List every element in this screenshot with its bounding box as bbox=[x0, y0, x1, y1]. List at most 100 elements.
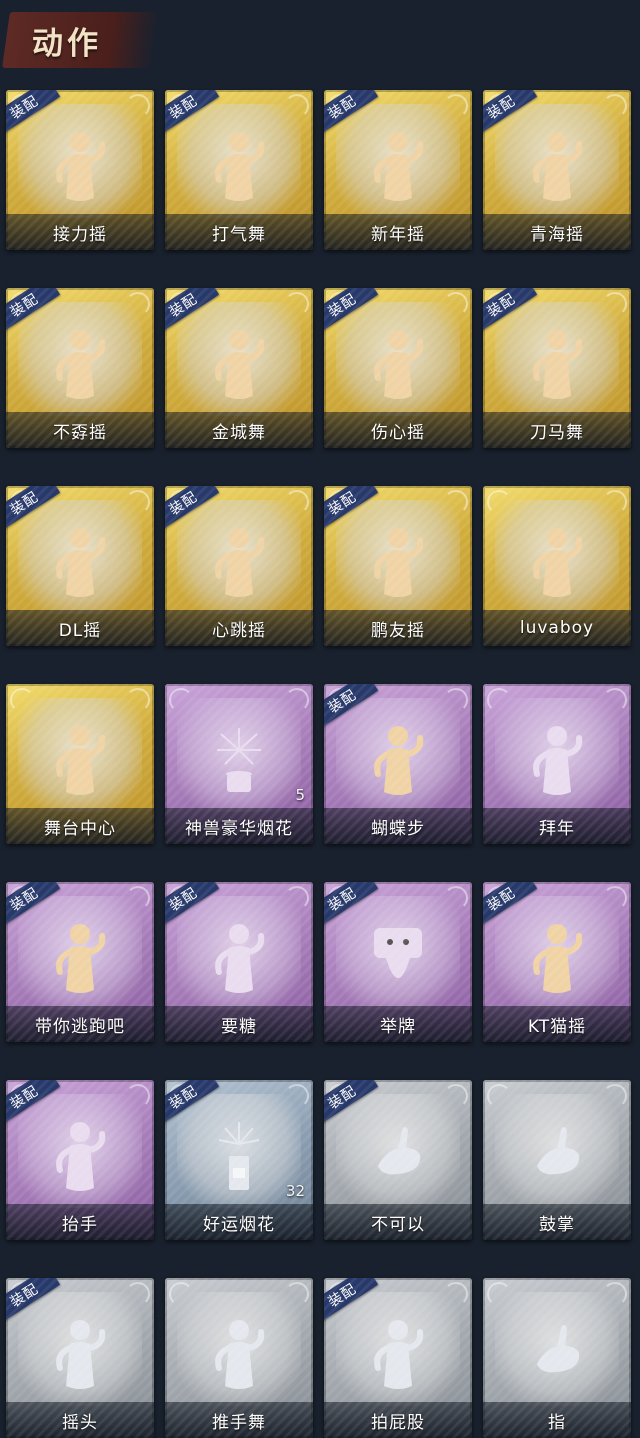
pat-pose-icon bbox=[368, 1314, 428, 1394]
emote-card[interactable]: 鹏友摇 装配 bbox=[324, 486, 472, 646]
corner-ornament bbox=[10, 688, 34, 712]
emote-name: 鹏友摇 bbox=[371, 620, 425, 641]
card-label-bar: 鹏友摇 bbox=[324, 610, 472, 646]
emote-card[interactable]: 抬手 装配 bbox=[6, 1080, 154, 1240]
emote-card[interactable]: 接力摇 装配 bbox=[6, 90, 154, 250]
emote-name: 摇头 bbox=[62, 1412, 98, 1433]
card-label-bar: 拜年 bbox=[483, 808, 631, 844]
point-hand-icon bbox=[527, 1314, 587, 1394]
card-label-bar: 刀马舞 bbox=[483, 412, 631, 448]
item-count: 5 bbox=[295, 786, 305, 804]
card-label-bar: 不可以 bbox=[324, 1204, 472, 1240]
emote-card[interactable]: 新年摇 装配 bbox=[324, 90, 472, 250]
corner-ornament bbox=[603, 688, 627, 712]
emote-card[interactable]: 5 神兽豪华烟花 bbox=[165, 684, 313, 844]
page-title: 动作 bbox=[32, 26, 102, 62]
emote-card[interactable]: 32 好运烟花 装配 bbox=[165, 1080, 313, 1240]
dance-pose-icon bbox=[527, 918, 587, 998]
emote-card[interactable]: 舞台中心 bbox=[6, 684, 154, 844]
emote-name: KT猫摇 bbox=[527, 1016, 587, 1037]
card-label-bar: 举牌 bbox=[324, 1006, 472, 1042]
corner-ornament bbox=[285, 1084, 309, 1108]
emote-card[interactable]: luvaboy bbox=[483, 486, 631, 646]
card-label-bar: 拍屁股 bbox=[324, 1402, 472, 1438]
corner-ornament bbox=[487, 1282, 511, 1306]
emote-card[interactable]: 推手舞 bbox=[165, 1278, 313, 1438]
corner-ornament bbox=[126, 1282, 150, 1306]
corner-ornament bbox=[126, 886, 150, 910]
card-label-bar: 摇头 bbox=[6, 1402, 154, 1438]
emote-name: 新年摇 bbox=[371, 224, 425, 245]
emote-name: 金城舞 bbox=[212, 422, 266, 443]
emote-card[interactable]: 举牌 装配 bbox=[324, 882, 472, 1042]
emote-card[interactable]: 金城舞 装配 bbox=[165, 288, 313, 448]
card-label-bar: 心跳摇 bbox=[165, 610, 313, 646]
corner-ornament bbox=[603, 94, 627, 118]
corner-ornament bbox=[603, 292, 627, 316]
corner-ornament bbox=[444, 94, 468, 118]
emote-card[interactable]: 伤心摇 装配 bbox=[324, 288, 472, 448]
card-label-bar: 抬手 bbox=[6, 1204, 154, 1240]
dance-pose-icon bbox=[50, 522, 110, 602]
emote-card[interactable]: DL摇 装配 bbox=[6, 486, 154, 646]
push-hands-pose-icon bbox=[209, 1314, 269, 1394]
emote-card[interactable]: 拜年 bbox=[483, 684, 631, 844]
emote-card[interactable]: 指 bbox=[483, 1278, 631, 1438]
emote-card[interactable]: 青海摇 装配 bbox=[483, 90, 631, 250]
card-label-bar: 蝴蝶步 bbox=[324, 808, 472, 844]
corner-ornament bbox=[285, 292, 309, 316]
card-label-bar: 不孬摇 bbox=[6, 412, 154, 448]
dance-pose-icon bbox=[209, 126, 269, 206]
card-label-bar: 鼓掌 bbox=[483, 1204, 631, 1240]
corner-ornament bbox=[169, 1282, 193, 1306]
corner-ornament bbox=[285, 886, 309, 910]
card-label-bar: 青海摇 bbox=[483, 214, 631, 250]
header: 动作 bbox=[0, 0, 640, 80]
emote-name: 拜年 bbox=[539, 818, 575, 839]
dance-pose-icon bbox=[50, 918, 110, 998]
emote-name: 推手舞 bbox=[212, 1412, 266, 1433]
dance-pose-icon bbox=[368, 720, 428, 800]
card-label-bar: KT猫摇 bbox=[483, 1006, 631, 1042]
corner-ornament bbox=[487, 1084, 511, 1108]
emote-card[interactable]: KT猫摇 装配 bbox=[483, 882, 631, 1042]
corner-ornament bbox=[603, 886, 627, 910]
dance-pose-icon bbox=[50, 720, 110, 800]
card-label-bar: 好运烟花 bbox=[165, 1204, 313, 1240]
dance-pose-icon bbox=[50, 324, 110, 404]
corner-ornament bbox=[126, 688, 150, 712]
emote-card[interactable]: 蝴蝶步 装配 bbox=[324, 684, 472, 844]
emote-card[interactable]: 拍屁股 装配 bbox=[324, 1278, 472, 1438]
emote-name: 心跳摇 bbox=[212, 620, 266, 641]
firecracker-icon bbox=[209, 1116, 269, 1196]
emote-name: 要糖 bbox=[221, 1016, 257, 1037]
emote-name: 拍屁股 bbox=[371, 1412, 425, 1433]
emote-name: 不可以 bbox=[371, 1214, 425, 1235]
emote-card[interactable]: 打气舞 装配 bbox=[165, 90, 313, 250]
corner-ornament bbox=[444, 1282, 468, 1306]
shake-head-pose-icon bbox=[50, 1314, 110, 1394]
emote-card[interactable]: 刀马舞 装配 bbox=[483, 288, 631, 448]
emote-card[interactable]: 心跳摇 装配 bbox=[165, 486, 313, 646]
emote-card[interactable]: 带你逃跑吧 装配 bbox=[6, 882, 154, 1042]
card-label-bar: 推手舞 bbox=[165, 1402, 313, 1438]
emote-name: 神兽豪华烟花 bbox=[185, 818, 293, 839]
card-label-bar: 打气舞 bbox=[165, 214, 313, 250]
dance-pose-icon bbox=[527, 324, 587, 404]
emote-name: 带你逃跑吧 bbox=[35, 1016, 125, 1037]
emote-card[interactable]: 要糖 装配 bbox=[165, 882, 313, 1042]
emote-name: 接力摇 bbox=[53, 224, 107, 245]
reach-pose-icon bbox=[209, 918, 269, 998]
corner-ornament bbox=[603, 1282, 627, 1306]
raise-hand-pose-icon bbox=[50, 1116, 110, 1196]
emote-card[interactable]: 不孬摇 装配 bbox=[6, 288, 154, 448]
emote-card[interactable]: 摇头 装配 bbox=[6, 1278, 154, 1438]
heart-hands-pose-icon bbox=[368, 324, 428, 404]
emote-name: 伤心摇 bbox=[371, 422, 425, 443]
emote-card[interactable]: 鼓掌 bbox=[483, 1080, 631, 1240]
corner-ornament bbox=[603, 490, 627, 514]
sign-pose-icon bbox=[368, 918, 428, 998]
corner-ornament bbox=[444, 292, 468, 316]
finger-wag-icon bbox=[368, 1116, 428, 1196]
emote-card[interactable]: 不可以 装配 bbox=[324, 1080, 472, 1240]
